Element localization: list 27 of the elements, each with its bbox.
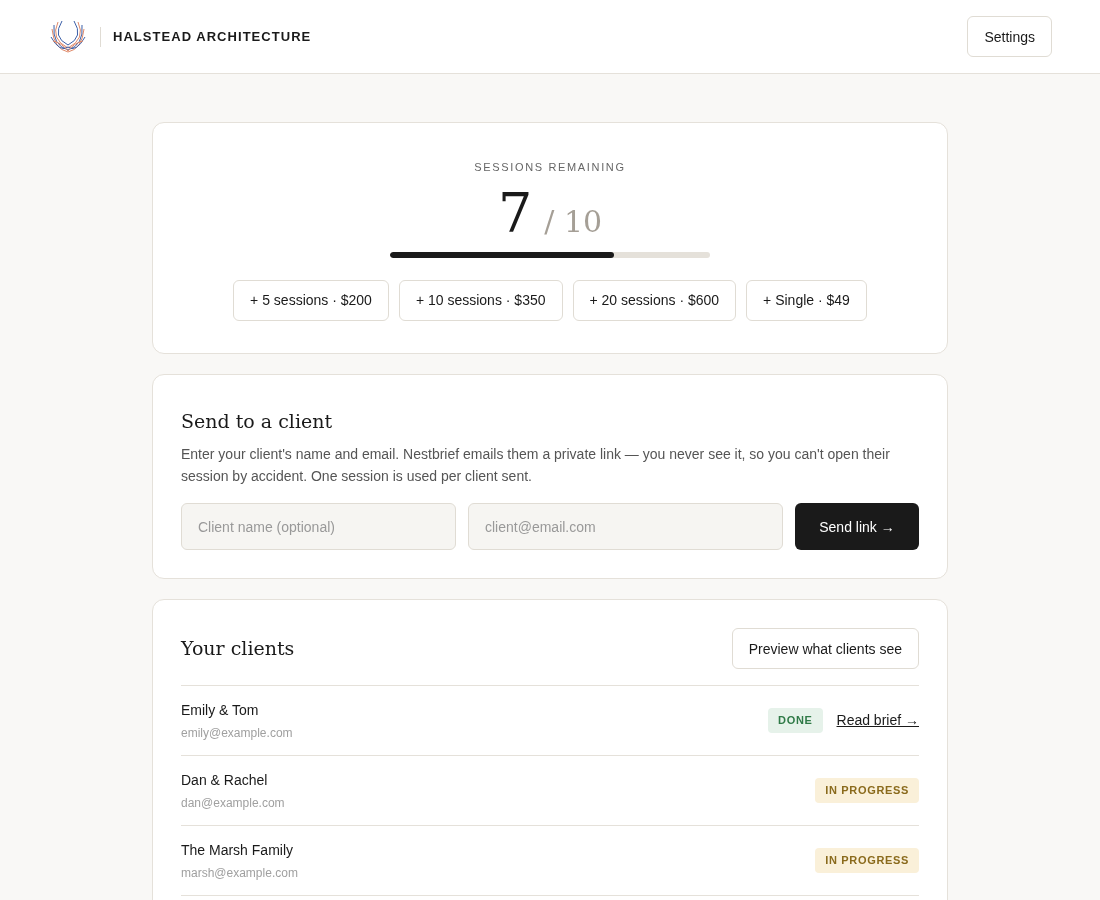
send-link-button[interactable]: Send link → [795,503,919,550]
status-badge: DONE [768,708,823,733]
client-email-field[interactable]: client@email.com [468,503,783,550]
buy-sessions-button[interactable]: + 10 sessions · $350 [398,279,563,321]
logo-icon [48,18,88,55]
status-badge: IN PROGRESS [815,778,919,803]
buy-sessions-button[interactable]: + Single · $49 [746,279,867,321]
client-name: Emily & Tom [181,700,260,720]
client-name: Dan & Rachel [181,770,269,790]
client-email: dan@example.com [181,794,285,812]
sessions-label: SESSIONS REMAINING [474,160,626,175]
clients-title: Your clients [181,636,295,662]
sessions-total: / 10 [544,202,603,241]
status-badge: IN PROGRESS [815,848,919,873]
read-brief-link[interactable]: Read brief → [836,710,919,731]
settings-button[interactable]: Settings [967,16,1052,57]
send-title: Send to a client [181,408,334,434]
brand-name: HALSTEAD ARCHITECTURE [113,27,312,46]
sessions-remaining: 7 [497,183,533,243]
send-description: Enter your client's name and email. Nestbrief emails them a private link — you never see it, so you can't open their session by accident. One session is used per client sent. [181,445,891,486]
client-email: emily@example.com [181,724,293,742]
preview-button[interactable]: Preview what clients see [731,628,919,669]
buy-sessions-button[interactable]: + 5 sessions · $200 [233,279,389,321]
buy-sessions-button[interactable]: + 20 sessions · $600 [572,279,737,321]
client-name: The Marsh Family [181,840,295,860]
client-name-field[interactable]: Client name (optional) [181,503,456,550]
client-email: marsh@example.com [181,864,298,882]
